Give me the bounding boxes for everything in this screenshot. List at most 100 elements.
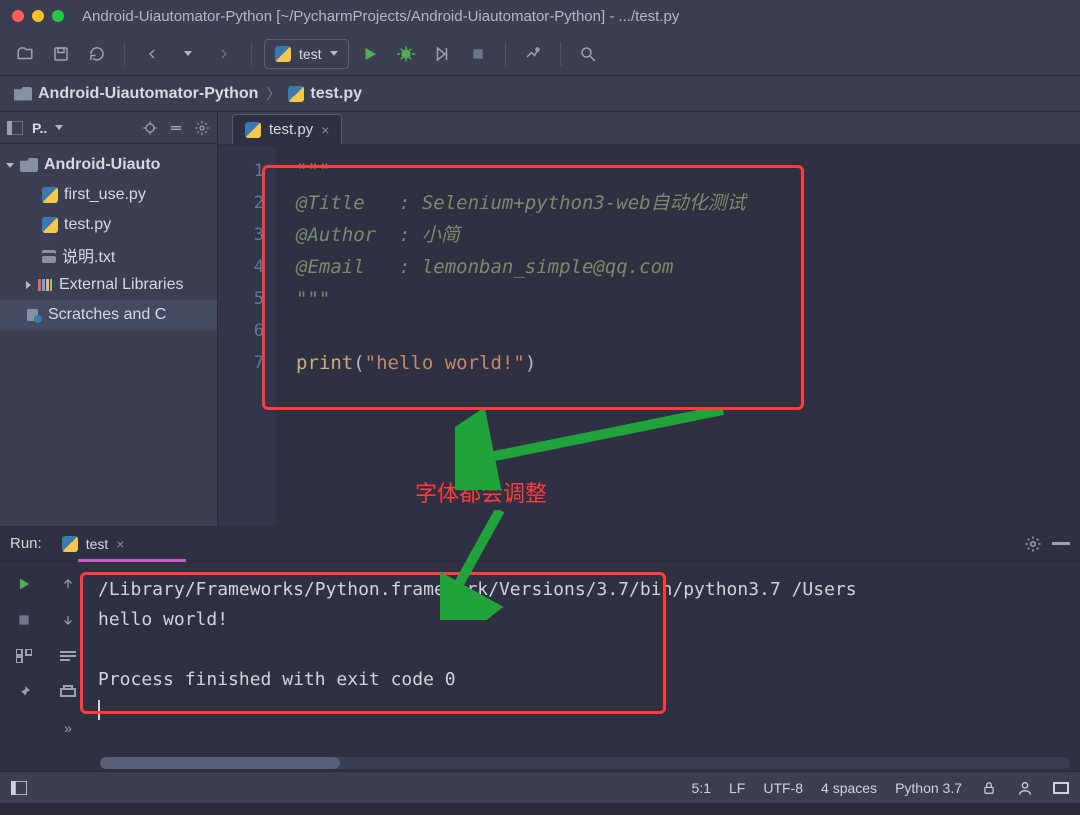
python-icon (42, 187, 58, 203)
scrollbar-thumb[interactable] (100, 757, 340, 769)
debug-button[interactable] (391, 39, 421, 69)
soft-wrap-icon[interactable] (57, 645, 79, 667)
close-tab-icon[interactable]: × (116, 536, 124, 552)
chevron-down-icon[interactable] (55, 125, 63, 130)
folder-icon (20, 158, 38, 172)
hide-icon[interactable] (1052, 535, 1070, 553)
inspector-icon[interactable] (1016, 779, 1034, 797)
toolbar-separator (560, 42, 561, 66)
run-header: Run: test × (0, 527, 1080, 561)
project-title: P.. (32, 120, 47, 136)
scroll-down-icon[interactable] (57, 609, 79, 631)
collapse-icon[interactable] (167, 119, 185, 137)
settings-button[interactable] (518, 39, 548, 69)
maximize-window-icon[interactable] (52, 10, 64, 22)
locate-icon[interactable] (141, 119, 159, 137)
expand-icon (26, 281, 31, 289)
console-line: /Library/Frameworks/Python.framework/Ver… (98, 575, 1070, 605)
window-title: Android-Uiautomator-Python [~/PycharmPro… (82, 8, 679, 25)
line-gutter[interactable]: 1 2 3 4 5 6 7 (218, 147, 276, 526)
library-icon (37, 277, 53, 293)
run-tool-window: Run: test × (0, 526, 1080, 771)
tree-root[interactable]: Android-Uiauto (0, 150, 217, 180)
breadcrumb-separator: 〉 (266, 84, 280, 104)
tree-external-label: External Libraries (59, 276, 184, 294)
expand-icon (6, 163, 14, 168)
python-icon (245, 122, 261, 138)
horizontal-scrollbar[interactable] (100, 757, 1070, 769)
breadcrumb-file[interactable]: test.py (288, 85, 362, 103)
code-token: "hello world!" (365, 352, 525, 374)
nav-back-dropdown[interactable] (173, 39, 203, 69)
line-number: 5 (218, 283, 276, 315)
text-file-icon (42, 247, 56, 263)
close-tab-icon[interactable]: × (321, 122, 329, 138)
status-caret-pos[interactable]: 5:1 (692, 780, 711, 796)
line-number: 4 (218, 251, 276, 283)
status-indent[interactable]: 4 spaces (821, 780, 877, 796)
python-icon (62, 536, 78, 552)
code-token: @Author : (296, 224, 422, 246)
toolbar-separator (124, 42, 125, 66)
tree-scratches[interactable]: Scratches and C (0, 300, 217, 330)
minimize-window-icon[interactable] (32, 10, 44, 22)
refresh-button[interactable] (82, 39, 112, 69)
tree-file[interactable]: first_use.py (0, 180, 217, 210)
console-output[interactable]: /Library/Frameworks/Python.framework/Ver… (88, 561, 1080, 757)
tree-file[interactable]: 说明.txt (0, 240, 217, 270)
nav-back-button[interactable] (137, 39, 167, 69)
editor-tabs: test.py × (218, 112, 1080, 144)
status-line-sep[interactable]: LF (729, 780, 745, 796)
coverage-button[interactable] (427, 39, 457, 69)
tree-file-label: first_use.py (64, 186, 146, 204)
save-all-button[interactable] (46, 39, 76, 69)
status-interpreter[interactable]: Python 3.7 (895, 780, 962, 796)
run-config-select[interactable]: test (264, 39, 349, 69)
open-button[interactable] (10, 39, 40, 69)
code-token: ) (525, 352, 536, 374)
code-token: """ (296, 160, 330, 182)
layout-button[interactable] (13, 645, 35, 667)
window-controls (12, 10, 64, 22)
status-encoding[interactable]: UTF-8 (763, 780, 803, 796)
toolbar-separator (505, 42, 506, 66)
chevron-down-icon (330, 51, 338, 56)
tree-root-label: Android-Uiauto (44, 156, 160, 174)
gear-icon[interactable] (193, 119, 211, 137)
tree-file[interactable]: test.py (0, 210, 217, 240)
code-token: @Title : (296, 192, 422, 214)
project-view-icon[interactable] (6, 119, 24, 137)
stop-button[interactable] (463, 39, 493, 69)
console-line (98, 695, 1070, 725)
more-icon[interactable]: » (57, 717, 79, 739)
line-number: 3 (218, 219, 276, 251)
tree-file-label: 说明.txt (62, 243, 115, 267)
run-tab[interactable]: test × (52, 530, 135, 558)
code-area[interactable]: """ @Title : Selenium+python3-web自动化测试 @… (276, 147, 1080, 526)
stop-button[interactable] (13, 609, 35, 631)
folder-icon (14, 87, 32, 101)
run-button[interactable] (355, 39, 385, 69)
gear-icon[interactable] (1024, 535, 1042, 553)
lock-icon[interactable] (980, 779, 998, 797)
close-window-icon[interactable] (12, 10, 24, 22)
python-icon (275, 46, 291, 62)
memory-icon[interactable] (1052, 779, 1070, 797)
run-left-toolbar (0, 561, 48, 757)
search-everywhere-button[interactable] (573, 39, 603, 69)
rerun-button[interactable] (13, 573, 35, 595)
breadcrumb-root[interactable]: Android-Uiautomator-Python (14, 85, 258, 103)
run-tab-label: test (86, 536, 109, 552)
print-icon[interactable] (57, 681, 79, 703)
code-token: 小简 (422, 224, 460, 246)
scroll-up-icon[interactable] (57, 573, 79, 595)
editor-tab[interactable]: test.py × (232, 114, 342, 144)
run-mid-toolbar: » (48, 561, 88, 757)
tree-scratches-label: Scratches and C (48, 306, 166, 324)
project-tool-window: P.. Android-Uiauto first_use.py (0, 112, 218, 526)
caret-icon (98, 700, 100, 720)
tree-external-libraries[interactable]: External Libraries (0, 270, 217, 300)
pin-button[interactable] (13, 681, 35, 703)
tool-windows-icon[interactable] (10, 779, 28, 797)
nav-forward-button[interactable] (209, 39, 239, 69)
